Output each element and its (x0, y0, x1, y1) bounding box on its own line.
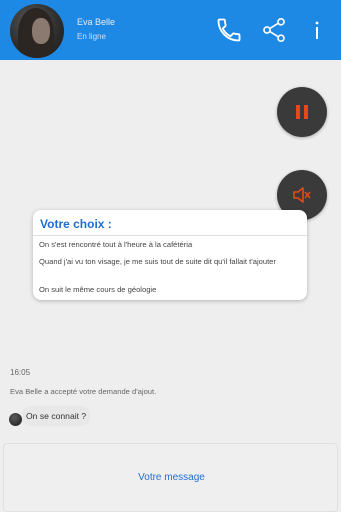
contact-avatar[interactable] (10, 4, 64, 58)
incoming-message-bubble: On se connait ? (22, 406, 91, 426)
choice-dialog-title: Votre choix : (40, 217, 112, 231)
share-icon[interactable] (260, 16, 288, 44)
choice-option[interactable]: On s'est rencontré tout à l'heure à la c… (39, 240, 301, 250)
chat-header: Eva Belle En ligne (0, 0, 341, 60)
message-avatar (9, 413, 22, 426)
more-icon[interactable] (307, 16, 327, 44)
choice-dialog: Votre choix : On s'est rencontré tout à … (33, 210, 307, 300)
contact-status: En ligne (77, 32, 106, 41)
phone-icon[interactable] (215, 16, 243, 44)
choice-dialog-divider (33, 235, 307, 236)
choice-option[interactable]: On suit le même cours de géologie (39, 285, 301, 295)
message-input-placeholder: Votre message (138, 472, 205, 483)
pause-button[interactable] (277, 87, 327, 137)
contact-name: Eva Belle (77, 17, 116, 27)
system-message: Eva Belle a accepté votre demande d'ajou… (10, 387, 157, 396)
pause-icon (296, 105, 308, 119)
speaker-mute-icon (293, 187, 311, 203)
message-timestamp: 16:05 (10, 368, 31, 377)
choice-option[interactable]: Quand j'ai vu ton visage, je me suis tou… (39, 257, 301, 267)
message-input[interactable]: Votre message (3, 443, 338, 512)
